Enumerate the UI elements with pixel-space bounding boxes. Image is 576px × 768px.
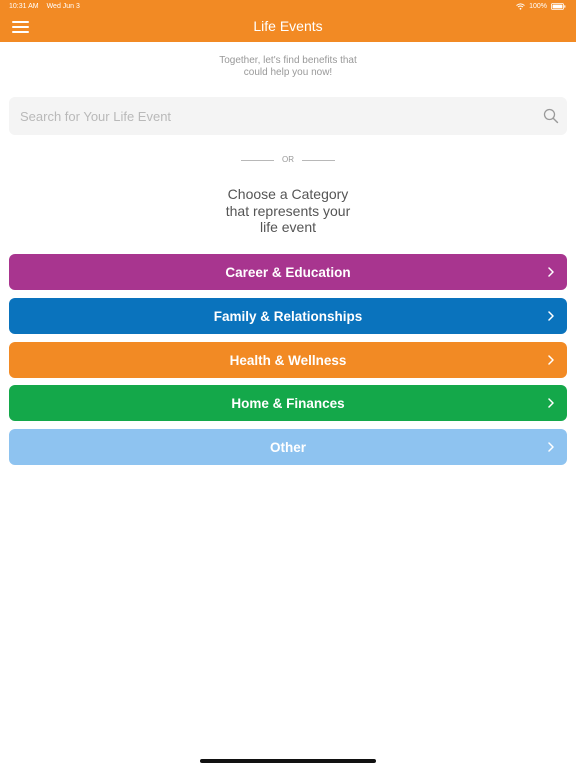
chevron-right-icon [548,398,554,408]
status-date: Wed Jun 3 [46,3,80,10]
home-indicator[interactable] [200,759,376,763]
chevron-right-icon [548,442,554,452]
category-label: Health & Wellness [229,352,347,368]
chevron-right-icon [548,267,554,277]
search-bar [9,97,567,135]
category-label: Other [269,439,306,455]
category-other-button[interactable]: Other [9,429,567,465]
choose-line-2: that represents your [225,202,351,219]
battery-percent: 100% [529,3,547,10]
category-label: Career & Education [225,264,351,280]
category-label: Home & Finances [231,395,345,411]
chevron-right-icon [548,311,554,321]
wifi-icon [516,3,525,10]
choose-line-3: life event [259,219,317,235]
status-right: 100% [516,3,566,10]
tagline: Together, let's find benefits that could… [188,55,388,79]
life-events-screen: 10:31 AM Wed Jun 3 100% Life Events Toge… [0,0,576,768]
choose-category-heading: Choose a Category that represents your l… [188,186,388,236]
category-health-wellness-button[interactable]: Health & Wellness [9,342,567,378]
search-icon[interactable] [543,108,559,124]
page-title: Life Events [253,18,323,34]
status-time: 10:31 AM [9,3,39,10]
status-left: 10:31 AM Wed Jun 3 [9,3,80,10]
tagline-line-1: Together, let's find benefits that [219,55,357,66]
category-label: Family & Relationships [213,308,363,324]
category-family-relationships-button[interactable]: Family & Relationships [9,298,567,334]
battery-icon [551,3,566,10]
divider-line-right [302,160,335,161]
category-home-finances-button[interactable]: Home & Finances [9,385,567,421]
choose-line-1: Choose a Category [227,186,349,202]
tagline-line-2: could help you now! [243,67,333,78]
status-bar: 10:31 AM Wed Jun 3 100% [0,0,576,14]
category-career-education-button[interactable]: Career & Education [9,254,567,290]
search-input[interactable] [9,97,529,135]
app-header: 10:31 AM Wed Jun 3 100% Life Events [0,0,576,42]
or-divider: OR [241,155,335,165]
chevron-right-icon [548,355,554,365]
